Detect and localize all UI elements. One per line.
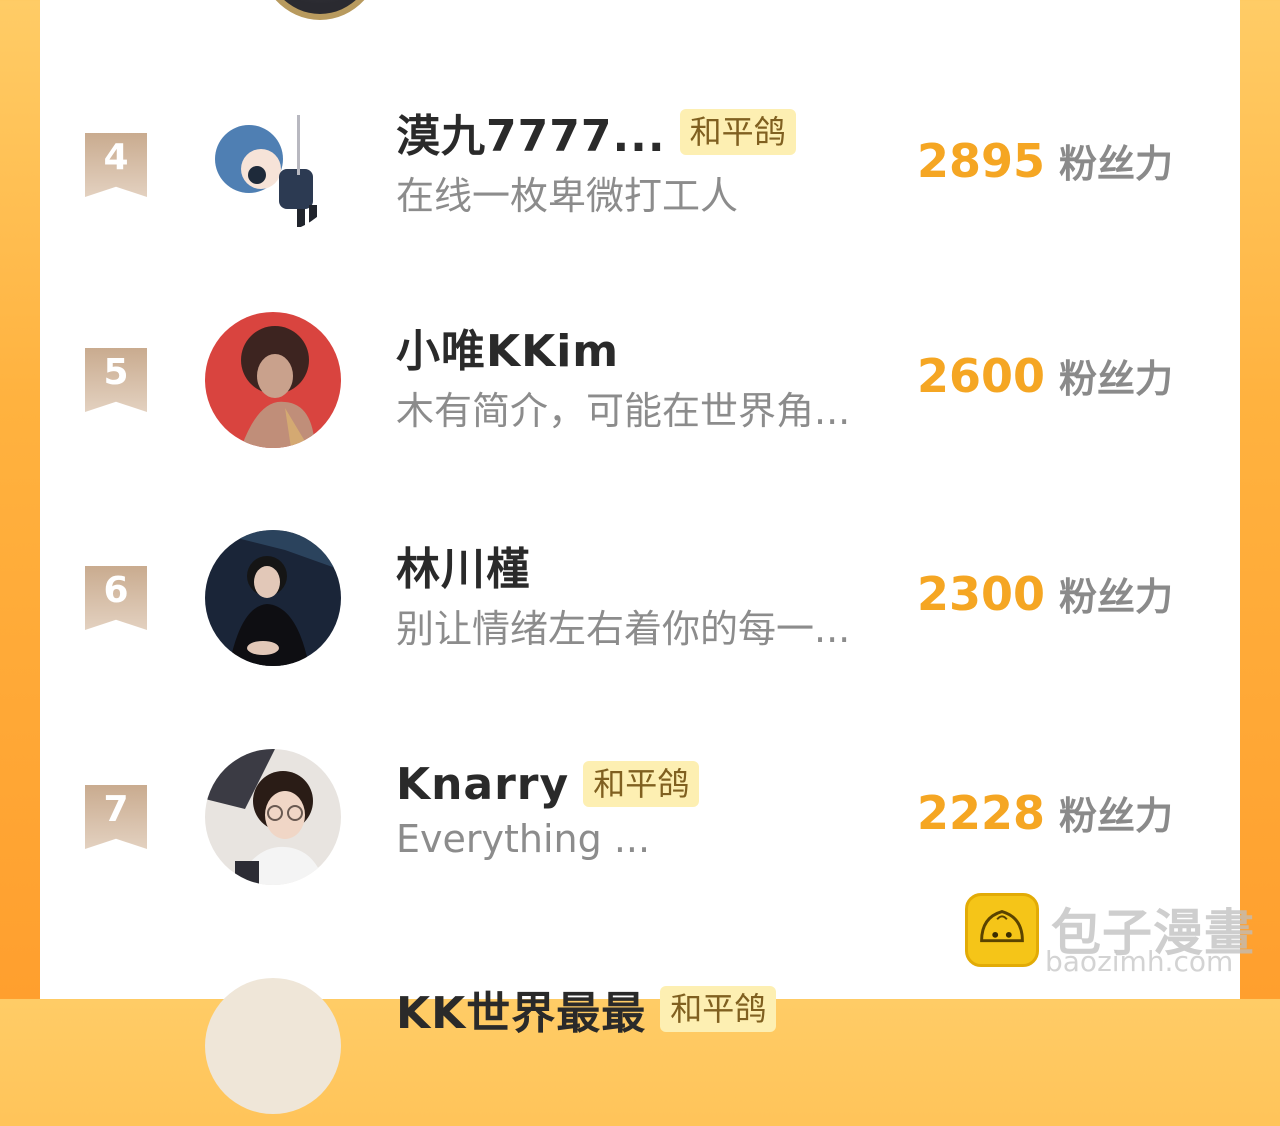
bun-icon (965, 893, 1039, 967)
fan-score: 2895 粉丝力 (917, 133, 1173, 188)
badge: 和平鸽 (583, 761, 700, 807)
score-unit: 粉丝力 (1059, 575, 1174, 619)
watermark-url: baozimh.com (1045, 945, 1234, 978)
badge: 和平鸽 (660, 986, 777, 1032)
user-name[interactable]: KK世界最最 (396, 977, 646, 1041)
score-value: 2600 (917, 349, 1046, 403)
user-bio: Everything ... (396, 817, 651, 861)
fan-score: 2300 粉丝力 (917, 566, 1173, 621)
list-item[interactable]: 6 林川槿 别让情绪左右着你的每一... 2300 粉丝力 (40, 518, 1240, 678)
list-item[interactable]: 7 Knarry 和平鸽 Everything ... 2228 粉丝力 (40, 737, 1240, 897)
avatar-image (205, 312, 341, 448)
avatar[interactable] (205, 312, 341, 448)
list-item[interactable]: 5 小唯KKim 木有简介，可能在世界角... 2600 粉丝力 (40, 300, 1240, 460)
avatar-image (205, 530, 341, 666)
rank-ribbon: 5 (85, 348, 147, 412)
user-bio: 木有简介，可能在世界角... (396, 389, 851, 433)
avatar[interactable] (205, 978, 341, 1114)
score-value: 2895 (917, 134, 1046, 188)
avatar[interactable] (205, 97, 341, 233)
rank-ribbon: 7 (85, 785, 147, 849)
user-name[interactable]: 漠九7777... (396, 100, 666, 164)
list-item[interactable]: KK世界最最 和平鸽 (40, 966, 1240, 1126)
avatar-image (205, 749, 341, 885)
user-name[interactable]: 小唯KKim (396, 315, 619, 379)
score-value: 2228 (917, 786, 1046, 840)
score-value: 2300 (917, 567, 1046, 621)
score-unit: 粉丝力 (1059, 794, 1174, 838)
user-name[interactable]: 林川槿 (396, 533, 531, 597)
avatar[interactable] (257, 0, 383, 20)
fan-score: 2228 粉丝力 (917, 785, 1173, 840)
list-item[interactable]: 4 漠九7777... 和平鸽 在线一枚卑微打工人 2895 粉丝力 (40, 85, 1240, 245)
score-unit: 粉丝力 (1059, 142, 1174, 186)
rank-ribbon: 6 (85, 566, 147, 630)
user-bio: 别让情绪左右着你的每一... (396, 607, 851, 651)
score-unit: 粉丝力 (1059, 357, 1174, 401)
avatar[interactable] (205, 530, 341, 666)
watermark: 包子漫畫 baozimh.com (965, 893, 1265, 983)
avatar[interactable] (205, 749, 341, 885)
user-name[interactable]: Knarry (396, 759, 569, 810)
ranking-panel: 4 漠九7777... 和平鸽 在线一枚卑微打工人 2895 粉丝力 5 小唯K… (40, 0, 1240, 1114)
rank-ribbon: 4 (85, 133, 147, 197)
badge: 和平鸽 (679, 109, 796, 155)
fan-score: 2600 粉丝力 (917, 348, 1173, 403)
avatar-image (205, 97, 341, 233)
user-bio: 在线一枚卑微打工人 (396, 174, 739, 218)
